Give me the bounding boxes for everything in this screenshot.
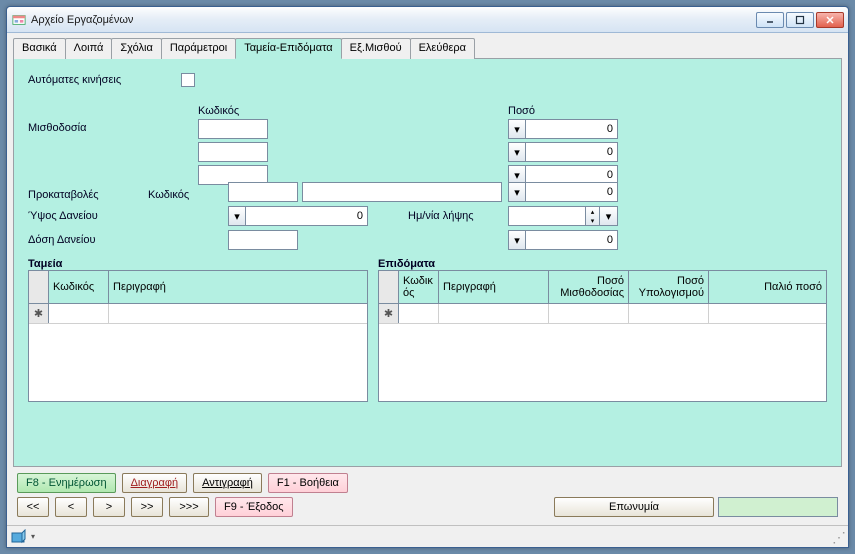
tab-exmisthou[interactable]: Εξ.Μισθού	[341, 38, 411, 59]
advances-code-label: Κωδικός	[148, 189, 198, 201]
maximize-button[interactable]	[786, 12, 814, 28]
table-row[interactable]: ✱	[29, 304, 367, 324]
tamia-col-code[interactable]: Κωδικός	[49, 271, 109, 303]
table-row[interactable]: ✱	[379, 304, 826, 324]
loan-amount-label: Ύψος Δανείου	[28, 210, 198, 222]
loan-installment-label: Δόση Δανείου	[28, 234, 198, 246]
chevron-down-icon[interactable]: ▾	[508, 119, 526, 139]
tab-eleuthera[interactable]: Ελεύθερα	[410, 38, 475, 59]
epid-col-amt3[interactable]: Παλιό ποσό	[709, 271, 826, 303]
amount-combo-1[interactable]: ▾0	[508, 119, 618, 139]
advances-label: Προκαταβολές	[28, 189, 148, 201]
installment-input[interactable]	[228, 230, 298, 250]
eponymia-output	[718, 497, 838, 517]
help-button[interactable]: F1 - Βοήθεια	[268, 473, 348, 493]
loan-date-value[interactable]	[508, 206, 586, 226]
epidomata-title: Επιδόματα	[378, 258, 827, 270]
delete-button[interactable]: Διαγραφή	[122, 473, 188, 493]
tab-basika[interactable]: Βασικά	[13, 38, 66, 59]
tab-panel: Αυτόματες κινήσεις Κωδικός Ποσό Μισθοδοσ…	[13, 59, 842, 467]
epid-col-code[interactable]: Κωδικ ός	[399, 271, 439, 303]
new-row-icon: ✱	[379, 304, 399, 323]
nav-next-button[interactable]: >	[93, 497, 125, 517]
advances-amount-combo[interactable]: ▾0	[508, 182, 618, 202]
exit-button[interactable]: F9 - Έξοδος	[215, 497, 293, 517]
copy-button[interactable]: Αντιγραφή	[193, 473, 262, 493]
amount-header: Ποσό	[508, 105, 535, 117]
tab-parametroi[interactable]: Παράμετροι	[161, 38, 236, 59]
installment-amount-combo[interactable]: ▾0	[508, 230, 618, 250]
epidomata-grid[interactable]: Κωδικ ός Περιγραφή Ποσό Μισθοδοσίας Ποσό…	[378, 270, 827, 402]
status-dropdown-icon[interactable]: ▾	[31, 532, 35, 541]
window-title: Αρχείο Εργαζομένων	[31, 14, 756, 26]
payroll-code-1[interactable]	[198, 119, 268, 139]
chevron-down-icon[interactable]: ▾	[600, 206, 618, 226]
nav-last-button[interactable]: >>	[131, 497, 163, 517]
nav-prev-button[interactable]: <	[55, 497, 87, 517]
titlebar: Αρχείο Εργαζομένων	[7, 7, 848, 33]
chevron-down-icon[interactable]: ▾	[508, 182, 526, 202]
chevron-down-icon[interactable]: ▾	[508, 142, 526, 162]
tamia-grid[interactable]: Κωδικός Περιγραφή ✱	[28, 270, 368, 402]
auto-moves-label: Αυτόματες κινήσεις	[28, 74, 121, 86]
tab-loipa[interactable]: Λοιπά	[65, 38, 113, 59]
auto-moves-checkbox[interactable]	[181, 73, 195, 87]
payroll-code-2[interactable]	[198, 142, 268, 162]
epid-col-amt2[interactable]: Ποσό Υπολογισμού	[629, 271, 709, 303]
tab-sxolia[interactable]: Σχόλια	[111, 38, 162, 59]
code-header: Κωδικός	[198, 105, 308, 117]
advances-code-input[interactable]	[228, 182, 298, 202]
chevron-down-icon[interactable]: ▾	[228, 206, 246, 226]
new-row-icon: ✱	[29, 304, 49, 323]
tab-strip: Βασικά Λοιπά Σχόλια Παράμετροι Ταμεία-Επ…	[13, 37, 842, 59]
loan-date-label: Ημ/νία λήψης	[408, 210, 508, 222]
nav-lastplus-button[interactable]: >>>	[169, 497, 209, 517]
amount-combo-2[interactable]: ▾0	[508, 142, 618, 162]
chevron-down-icon[interactable]: ▾	[508, 230, 526, 250]
status-icon[interactable]	[11, 529, 27, 545]
tamia-title: Ταμεία	[28, 258, 368, 270]
advances-desc-input[interactable]	[302, 182, 502, 202]
payroll-label: Μισθοδοσία	[28, 119, 198, 134]
loan-date-picker[interactable]: ▴▾ ▾	[508, 206, 618, 226]
app-icon	[11, 12, 27, 28]
close-button[interactable]	[816, 12, 844, 28]
resize-grip[interactable]: ⋰	[832, 532, 844, 542]
epid-col-desc[interactable]: Περιγραφή	[439, 271, 549, 303]
eponymia-button[interactable]: Επωνυμία	[554, 497, 714, 517]
tab-tameia-epidomata[interactable]: Ταμεία-Επιδόματα	[235, 38, 341, 59]
nav-first-button[interactable]: <<	[17, 497, 49, 517]
minimize-button[interactable]	[756, 12, 784, 28]
epid-col-amt1[interactable]: Ποσό Μισθοδοσίας	[549, 271, 629, 303]
update-button[interactable]: F8 - Ενημέρωση	[17, 473, 116, 493]
date-spinner[interactable]: ▴▾	[586, 206, 600, 226]
loan-amount-combo[interactable]: ▾0	[228, 206, 368, 226]
tamia-col-desc[interactable]: Περιγραφή	[109, 271, 367, 303]
status-bar: ▾ ⋰	[7, 525, 848, 547]
